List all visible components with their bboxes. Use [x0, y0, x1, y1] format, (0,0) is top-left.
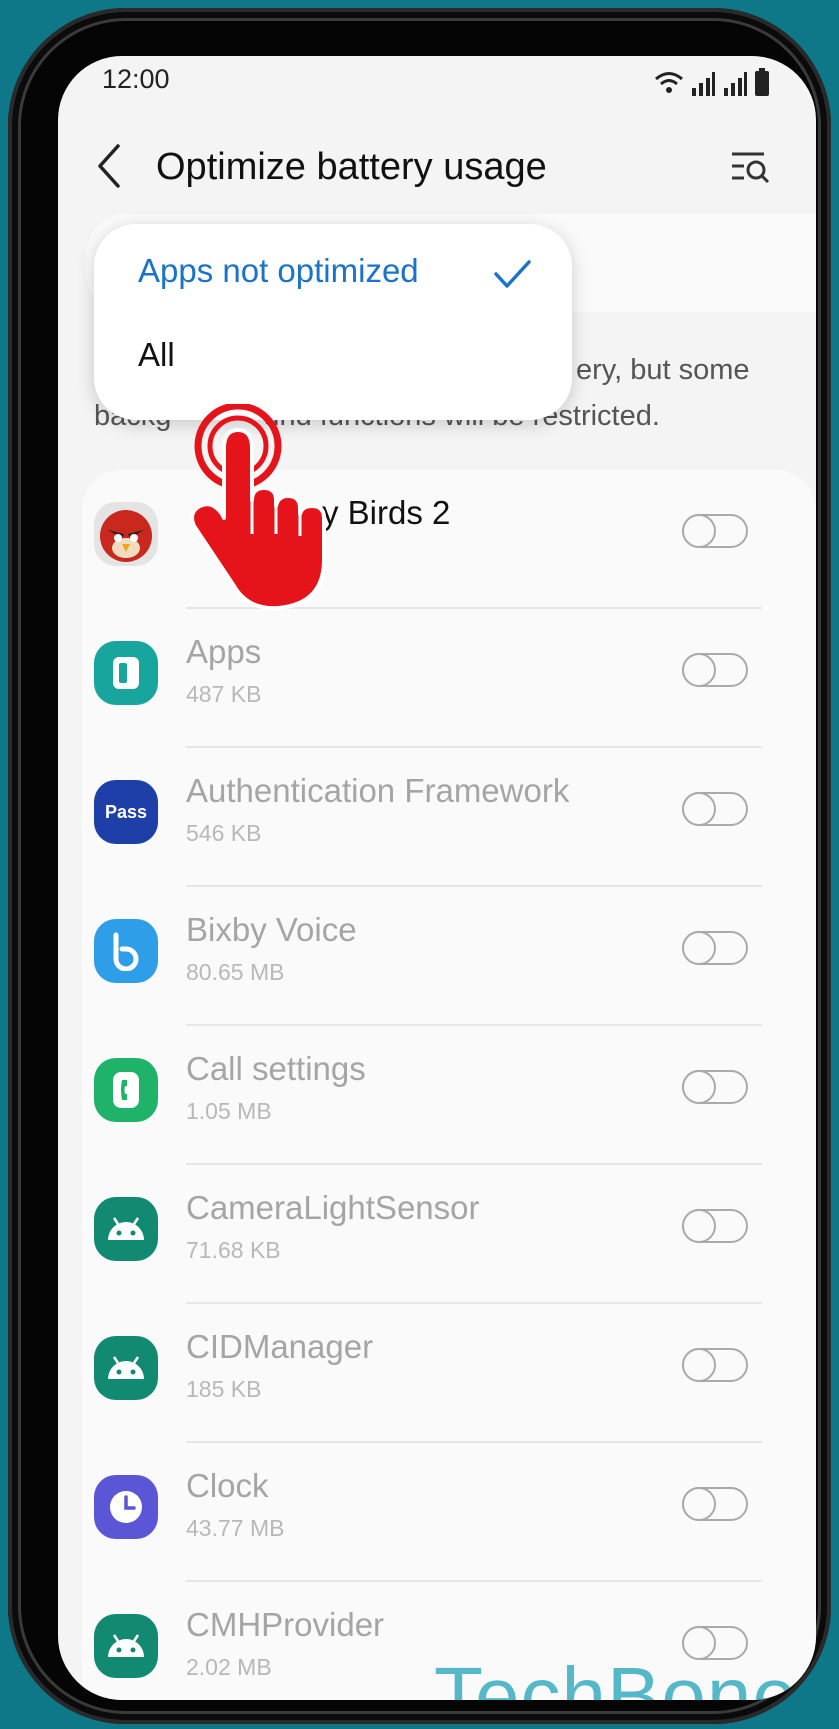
phone-icon — [94, 1058, 158, 1122]
filter-dropdown-menu: Apps not optimized All — [94, 224, 572, 420]
app-list: y Birds 2 MB Apps 487 KB Pass Authentica… — [82, 470, 816, 1700]
toggle-knob — [682, 792, 716, 826]
optimize-toggle[interactable] — [682, 1070, 748, 1104]
list-item[interactable]: CIDManager 185 KB — [82, 1304, 816, 1443]
list-item[interactable]: CameraLightSensor 71.68 KB — [82, 1165, 816, 1304]
toggle-knob — [682, 931, 716, 965]
clock-icon — [94, 1475, 158, 1539]
apps-icon — [94, 641, 158, 705]
app-name: Authentication Framework — [186, 772, 570, 809]
android-icon — [94, 1614, 158, 1678]
android-icon — [94, 1197, 158, 1261]
wifi-icon — [655, 72, 683, 93]
angry-birds-icon — [94, 502, 158, 566]
list-item[interactable]: Call settings 1.05 MB — [82, 1026, 816, 1165]
app-bar: Optimize battery usage — [58, 116, 816, 216]
app-name: Clock — [186, 1467, 269, 1504]
app-name: Apps — [186, 633, 262, 670]
status-bar: 12:00 — [58, 56, 816, 114]
watermark-logo: TechBone — [434, 1651, 798, 1700]
app-size: 546 KB — [186, 820, 262, 846]
optimize-toggle[interactable] — [682, 1209, 748, 1243]
app-name: CameraLightSensor — [186, 1189, 480, 1226]
app-name: CMHProvider — [186, 1606, 385, 1643]
svg-text:Pass: Pass — [105, 802, 147, 822]
pass-icon: Pass — [94, 780, 158, 844]
app-name: y Birds 2 — [322, 494, 451, 531]
app-size: 185 KB — [186, 1376, 262, 1402]
list-item[interactable]: Pass Authentication Framework 546 KB — [82, 748, 816, 887]
android-icon — [94, 1336, 158, 1400]
optimize-toggle[interactable] — [682, 931, 748, 965]
app-size: 80.65 MB — [186, 959, 285, 985]
app-size: 71.68 KB — [186, 1237, 281, 1263]
app-size: 1.05 MB — [186, 1098, 272, 1124]
signal-icon-2 — [724, 72, 747, 96]
app-size: 487 KB — [186, 681, 262, 707]
toggle-knob — [682, 1209, 716, 1243]
toggle-knob — [682, 514, 716, 548]
list-item[interactable]: Apps 487 KB — [82, 609, 816, 748]
search-list-icon[interactable] — [728, 146, 772, 186]
toggle-knob — [682, 1070, 716, 1104]
screen: 12:00 Optimize battery usage ery, but so… — [58, 56, 816, 1700]
check-icon — [494, 260, 531, 288]
description-line1: ery, but some — [576, 354, 750, 386]
optimize-toggle[interactable] — [682, 653, 748, 687]
back-arrow-icon[interactable] — [90, 138, 130, 194]
list-item[interactable]: Clock 43.77 MB — [82, 1443, 816, 1582]
battery-icon — [755, 68, 769, 96]
app-size: 2.02 MB — [186, 1654, 272, 1680]
dropdown-option-apps-not-optimized[interactable]: Apps not optimized — [138, 252, 419, 290]
toggle-knob — [682, 1487, 716, 1521]
toggle-knob — [682, 653, 716, 687]
signal-icon — [692, 72, 715, 96]
optimize-toggle[interactable] — [682, 1348, 748, 1382]
status-time: 12:00 — [102, 64, 170, 94]
toggle-knob — [682, 1348, 716, 1382]
optimize-toggle[interactable] — [682, 514, 748, 548]
app-name: Call settings — [186, 1050, 366, 1087]
tap-pointer-hand-icon — [190, 404, 326, 611]
optimize-toggle[interactable] — [682, 1487, 748, 1521]
bixby-icon — [94, 919, 158, 983]
phone-frame: 12:00 Optimize battery usage ery, but so… — [8, 8, 831, 1724]
app-size: 43.77 MB — [186, 1515, 285, 1541]
app-name: Bixby Voice — [186, 911, 357, 948]
dropdown-option-all[interactable]: All — [138, 336, 175, 374]
optimize-toggle[interactable] — [682, 792, 748, 826]
page-title: Optimize battery usage — [156, 146, 547, 188]
app-name: CIDManager — [186, 1328, 374, 1365]
status-icons — [654, 62, 770, 96]
list-item[interactable]: Bixby Voice 80.65 MB — [82, 887, 816, 1026]
